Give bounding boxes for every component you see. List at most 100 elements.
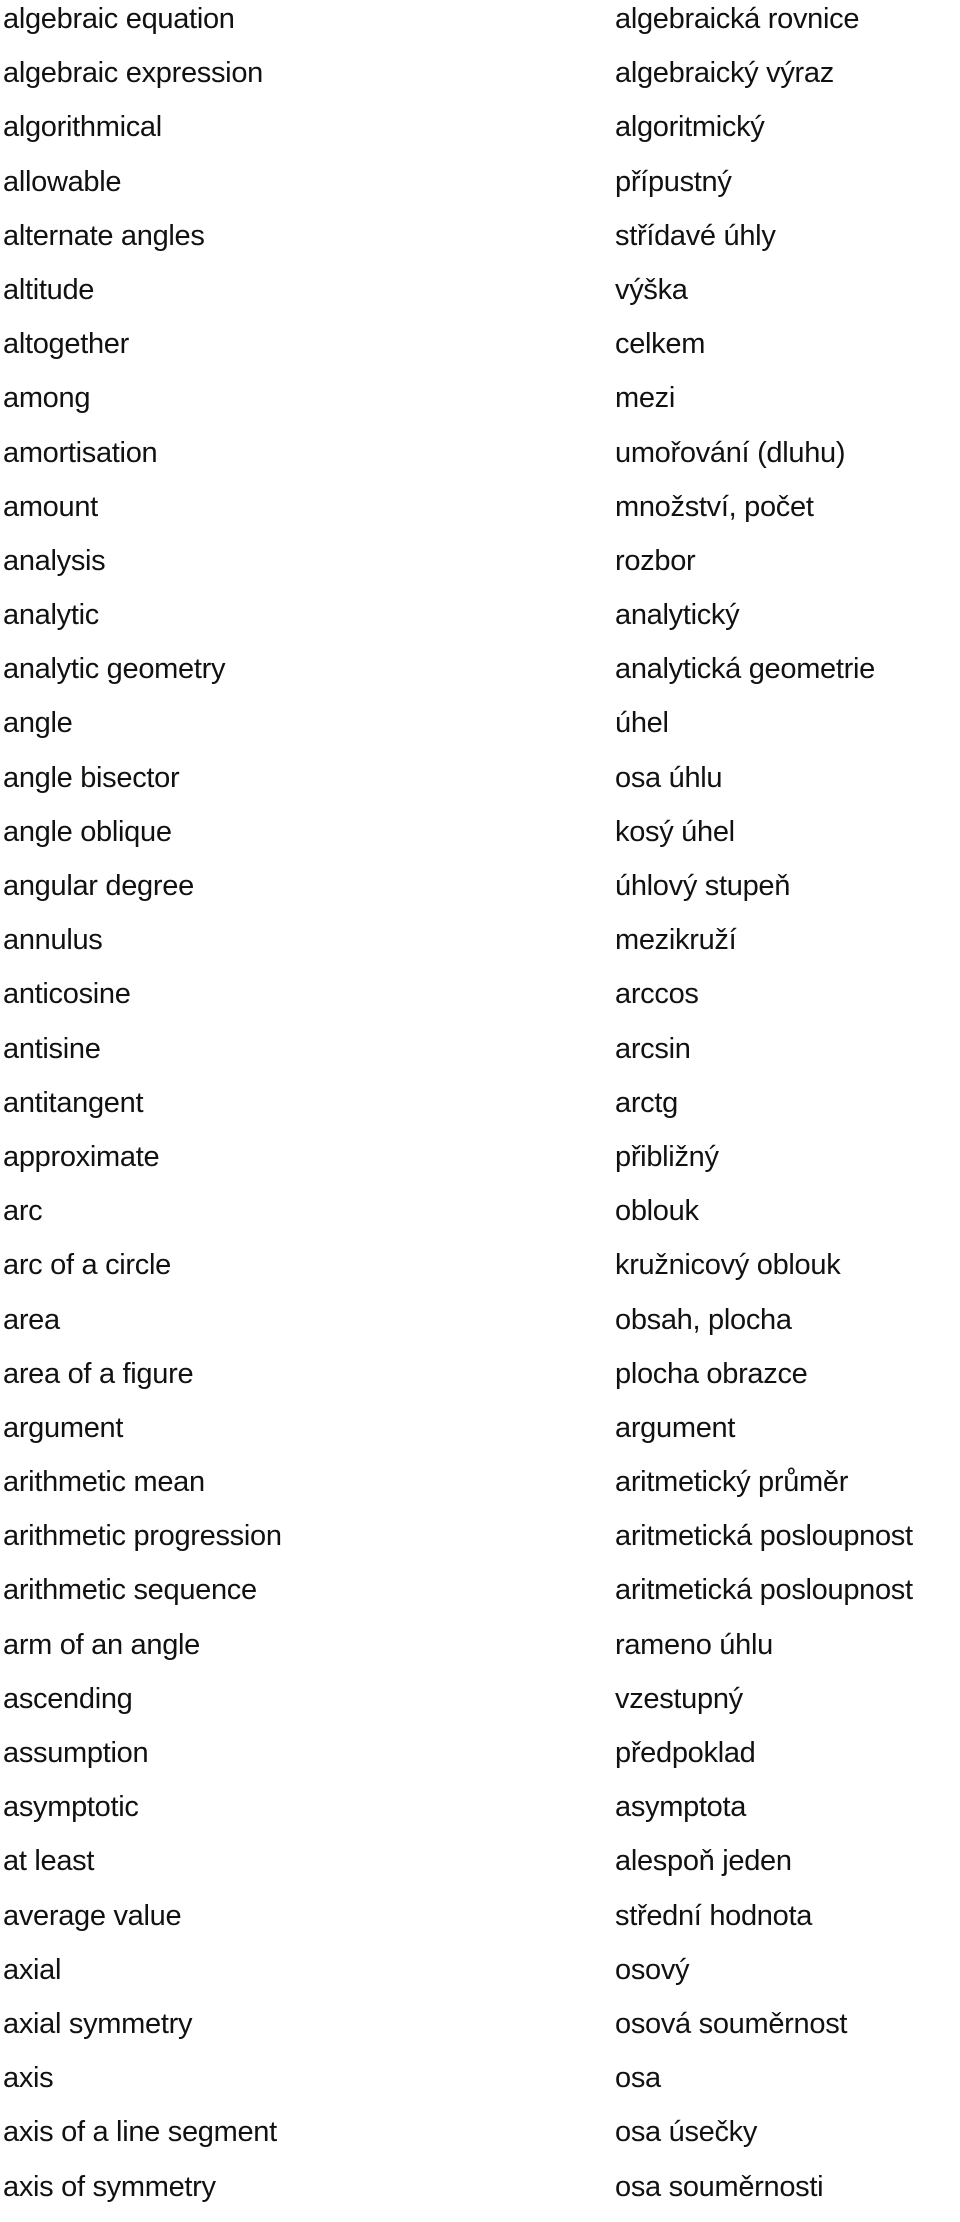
czech-translation: plocha obrazce (615, 1357, 808, 1390)
czech-translation: celkem (615, 328, 706, 361)
glossary-row: assumption předpoklad (0, 1734, 960, 1788)
english-term: altitude (3, 273, 95, 306)
glossary-row: arc oblouk (0, 1192, 960, 1246)
english-term: analytic geometry (3, 653, 226, 686)
glossary-row: amount množství, počet (0, 488, 960, 542)
glossary-row: algorithmical algoritmický (0, 108, 960, 162)
czech-translation: přípustný (615, 165, 732, 198)
czech-translation: střídavé úhly (615, 219, 776, 252)
english-term: approximate (3, 1140, 160, 1173)
glossary-row: axis osa (0, 2059, 960, 2113)
czech-translation: osový (615, 1953, 690, 1986)
english-term: amount (3, 490, 98, 523)
czech-translation: algoritmický (615, 111, 765, 144)
glossary-row: arithmetic sequence aritmetická posloupno… (0, 1571, 960, 1625)
english-term: analysis (3, 544, 106, 577)
czech-translation: osa souměrnosti (615, 2170, 824, 2203)
czech-translation: obsah, plocha (615, 1303, 792, 1336)
english-term: altogether (3, 328, 129, 361)
czech-translation: asymptota (615, 1791, 747, 1824)
czech-translation: rameno úhlu (615, 1628, 773, 1661)
english-term: algorithmical (3, 111, 162, 144)
glossary-row: arm of an angle rameno úhlu (0, 1626, 960, 1680)
glossary-row: angle bisector osa úhlu (0, 759, 960, 813)
english-term: arc of a circle (3, 1249, 171, 1282)
czech-translation: arccos (615, 978, 699, 1011)
glossary-row: argument argument (0, 1409, 960, 1463)
czech-translation: argument (615, 1411, 736, 1444)
glossary-row: axial symmetry osová souměrnost (0, 2005, 960, 2059)
english-term: area (3, 1303, 60, 1336)
czech-translation: vzestupný (615, 1682, 743, 1715)
english-term: arithmetic mean (3, 1466, 205, 1499)
czech-translation: arctg (615, 1086, 678, 1119)
czech-translation: umořování (dluhu) (615, 436, 846, 469)
glossary-list: algebraic equation algebraická rovnice alg… (0, 0, 960, 2222)
glossary-row: annulus mezikruží (0, 921, 960, 975)
czech-translation: kružnicový oblouk (615, 1249, 841, 1282)
english-term: axis of a line segment (3, 2116, 277, 2149)
english-term: anticosine (3, 978, 131, 1011)
czech-translation: algebraická rovnice (615, 3, 860, 35)
czech-translation: algebraický výraz (615, 57, 834, 90)
czech-translation: oblouk (615, 1195, 699, 1228)
glossary-row: altogether celkem (0, 325, 960, 379)
english-term: antisine (3, 1032, 101, 1065)
english-term: annulus (3, 924, 103, 957)
glossary-row: ascending vzestupný (0, 1680, 960, 1734)
glossary-row: area of a figure plocha obrazce (0, 1355, 960, 1409)
english-term: axial symmetry (3, 2007, 193, 2040)
english-term: arithmetic sequence (3, 1574, 257, 1607)
english-term: angle bisector (3, 761, 180, 794)
czech-translation: střední hodnota (615, 1899, 813, 1932)
glossary-row: allowable přípustný (0, 163, 960, 217)
glossary-row: analysis rozbor (0, 542, 960, 596)
czech-translation: aritmetická posloupnost (615, 1574, 913, 1607)
czech-translation: úhlový stupeň (615, 870, 791, 902)
english-term: among (3, 382, 91, 415)
czech-translation: mezikruží (615, 924, 737, 957)
czech-translation: aritmetický průměr (615, 1466, 849, 1499)
english-term: angle (3, 707, 73, 740)
english-term: axis (3, 2062, 54, 2095)
czech-translation: kosý úhel (615, 815, 735, 848)
glossary-row: approximate přibližný (0, 1138, 960, 1192)
glossary-row: average value střední hodnota (0, 1897, 960, 1951)
glossary-row: angle úhel (0, 704, 960, 758)
czech-translation: rozbor (615, 544, 696, 577)
english-term: arithmetic progression (3, 1520, 282, 1553)
english-term: algebraic equation (3, 3, 235, 35)
glossary-row: antitangent arctg (0, 1084, 960, 1138)
glossary-row: antisine arcsin (0, 1030, 960, 1084)
english-term: axis of symmetry (3, 2170, 216, 2203)
english-term: ascending (3, 1682, 133, 1715)
glossary-row: angle oblique kosý úhel (0, 813, 960, 867)
english-term: angle oblique (3, 815, 172, 848)
english-term: antitangent (3, 1086, 144, 1119)
english-term: area of a figure (3, 1357, 194, 1390)
czech-translation: aritmetická posloupnost (615, 1520, 913, 1553)
english-term: average value (3, 1899, 182, 1932)
czech-translation: osa (615, 2062, 661, 2095)
czech-translation: osa úhlu (615, 761, 723, 794)
czech-translation: úhel (615, 707, 669, 740)
glossary-row: arithmetic mean aritmetický průměr (0, 1463, 960, 1517)
glossary-row: alternate angles střídavé úhly (0, 217, 960, 271)
czech-translation: množství, počet (615, 490, 814, 523)
czech-translation: arcsin (615, 1032, 691, 1065)
english-term: axial (3, 1953, 62, 1986)
glossary-row: arithmetic progression aritmetická poslou… (0, 1517, 960, 1571)
glossary-row: area obsah, plocha (0, 1301, 960, 1355)
czech-translation: předpoklad (615, 1737, 756, 1769)
czech-translation: osa úsečky (615, 2116, 758, 2149)
english-term: asymptotic (3, 1791, 139, 1824)
glossary-row: axis of a line segment osa úsečky (0, 2113, 960, 2167)
czech-translation: přibližný (615, 1140, 719, 1173)
glossary-row: amortisation umořování (dluhu) (0, 434, 960, 488)
czech-translation: osová souměrnost (615, 2007, 848, 2040)
glossary-row: axial osový (0, 1951, 960, 2005)
english-term: at least (3, 1845, 95, 1878)
glossary-row: angular degree úhlový stupeň (0, 867, 960, 921)
english-term: assumption (3, 1737, 149, 1769)
glossary-row: analytic geometry analytická geometrie (0, 650, 960, 704)
